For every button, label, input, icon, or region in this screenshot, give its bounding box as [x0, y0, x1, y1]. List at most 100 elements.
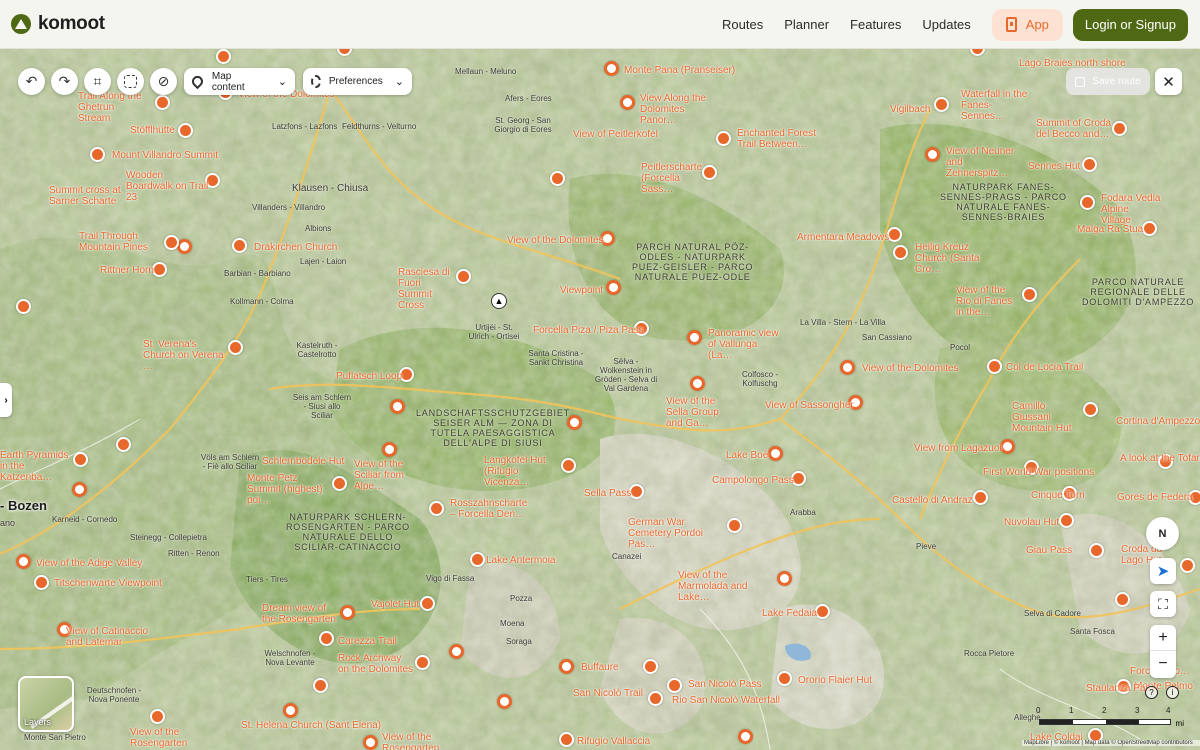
poi-label[interactable]: Rifugio Vallaccia	[577, 736, 650, 747]
poi-pin[interactable]	[216, 49, 231, 64]
poi-label[interactable]: View of Neuner and Zehnerspitz…	[946, 146, 1020, 179]
poi-pin[interactable]	[152, 262, 167, 277]
poi-pin[interactable]	[228, 340, 243, 355]
poi-pin[interactable]	[648, 691, 663, 706]
poi-label[interactable]: Carezza Trail	[338, 636, 397, 647]
summit-icon[interactable]: ▲	[491, 293, 507, 309]
poi-label[interactable]: View of Peitlerkofel	[573, 129, 658, 140]
poi-label[interactable]: Ororio Flaier Hut	[798, 675, 872, 686]
poi-pin[interactable]	[34, 575, 49, 590]
poi-pin-viewpoint[interactable]	[497, 694, 512, 709]
poi-label[interactable]: St. Helena Church (Sant Elena)	[241, 720, 381, 731]
poi-pin[interactable]	[164, 235, 179, 250]
poi-label[interactable]: Earth Pyramids in the Katzenba…	[0, 450, 70, 483]
poi-pin[interactable]	[73, 452, 88, 467]
poi-pin[interactable]	[1080, 195, 1095, 210]
poi-label[interactable]: View of the Sella Group and Ga…	[666, 396, 734, 429]
poi-label[interactable]: Schlernbödele Hut	[262, 456, 344, 467]
poi-pin-viewpoint[interactable]	[363, 735, 378, 750]
map-canvas[interactable]: PARCH NATURAL PÖZ- ODLES - NATURPARK PUE…	[0, 49, 1200, 750]
poi-pin[interactable]	[1059, 513, 1074, 528]
poi-pin-viewpoint[interactable]	[72, 482, 87, 497]
poi-label[interactable]: View of the Rosengarten	[130, 727, 204, 749]
poi-label[interactable]: Trail Along the Ghetrun Stream	[78, 91, 148, 124]
poi-label[interactable]: View of the Marmolada and Lake…	[678, 570, 778, 603]
poi-label[interactable]: View of the Rio di Fanes in the…	[956, 285, 1022, 318]
close-planner-button[interactable]: ✕	[1155, 68, 1182, 95]
poi-label[interactable]: Rosszahnscharte – Forcella Den…	[450, 498, 528, 520]
redo-button[interactable]: ↷	[51, 68, 78, 95]
poi-label[interactable]: Langkofel Hut (Rifugio Vicenza…	[484, 455, 560, 488]
nav-planner[interactable]: Planner	[784, 17, 829, 32]
zoom-out-button[interactable]: −	[1150, 651, 1176, 677]
poi-pin[interactable]	[643, 659, 658, 674]
poi-label[interactable]: Forcella Piza / Piza Pass	[533, 325, 644, 336]
poi-pin[interactable]	[815, 604, 830, 619]
poi-label[interactable]: Stöfflhütte	[130, 125, 175, 136]
expand-sidebar-tab[interactable]: ›	[0, 383, 12, 417]
poi-label[interactable]: Cortina d'Ampezzo	[1116, 416, 1200, 427]
map-attribution[interactable]: MapLibre | © komoot | Map data © OpenStr…	[1022, 740, 1200, 746]
poi-label[interactable]: Heilig Kreuz Church (Santa Cro…	[915, 242, 997, 275]
nav-routes[interactable]: Routes	[722, 17, 763, 32]
poi-pin-viewpoint[interactable]	[559, 659, 574, 674]
poi-pin-viewpoint[interactable]	[340, 605, 355, 620]
poi-pin-viewpoint[interactable]	[382, 442, 397, 457]
poi-label[interactable]: Sella Pass	[584, 488, 631, 499]
poi-pin[interactable]	[987, 359, 1002, 374]
poi-label[interactable]: Fodara Vedla Alpine Village	[1101, 193, 1161, 226]
poi-label[interactable]: Giau Pass	[1026, 545, 1072, 556]
fullscreen-button[interactable]: ⛶	[1150, 591, 1176, 617]
poi-label[interactable]: Rittner Horn	[100, 265, 154, 276]
poi-label[interactable]: Puflatsch Loop	[336, 371, 402, 382]
poi-pin[interactable]	[313, 678, 328, 693]
nav-features[interactable]: Features	[850, 17, 901, 32]
poi-pin-viewpoint[interactable]	[620, 95, 635, 110]
poi-label[interactable]: Lake Antermoia	[486, 555, 556, 566]
login-signup-button[interactable]: Login or Signup	[1072, 8, 1188, 41]
poi-pin[interactable]	[629, 484, 644, 499]
komoot-logo[interactable]: komoot	[11, 13, 105, 35]
poi-pin[interactable]	[727, 518, 742, 533]
poi-pin-viewpoint[interactable]	[16, 554, 31, 569]
nav-updates[interactable]: Updates	[922, 17, 970, 32]
poi-label[interactable]: Summit cross at Sarner Scharte	[49, 185, 121, 207]
poi-label[interactable]: Gores de Federa	[1117, 492, 1193, 503]
poi-label[interactable]: Lake Fedaia	[762, 608, 817, 619]
poi-pin-viewpoint[interactable]	[687, 330, 702, 345]
poi-label[interactable]: View Along the Dolomites Panor…	[640, 93, 712, 126]
poi-label[interactable]: Mount Villandro Summit	[112, 150, 218, 161]
compass-button[interactable]: N	[1146, 517, 1179, 550]
poi-pin-viewpoint[interactable]	[925, 147, 940, 162]
poi-label[interactable]: View of Catinaccio and Latemar	[66, 626, 150, 648]
poi-label[interactable]: Cinque Torri	[1031, 490, 1085, 501]
poi-label[interactable]: View of the Adige Valley	[36, 558, 142, 569]
poi-label[interactable]: Camillo Giussani Mountain Hut	[1012, 401, 1080, 434]
zoom-in-button[interactable]: +	[1150, 625, 1176, 651]
poi-label[interactable]: Vigilbach	[890, 104, 930, 115]
clear-route-button[interactable]: ⊘	[150, 68, 177, 95]
poi-label[interactable]: Enchanted Forest Trail Between…	[737, 128, 817, 150]
poi-pin-viewpoint[interactable]	[738, 729, 753, 744]
poi-label[interactable]: Trail Through Mountain Pines	[79, 231, 161, 253]
help-icon[interactable]: ?	[1145, 686, 1158, 699]
poi-label[interactable]: A look at the Tofane	[1120, 453, 1200, 464]
poi-label[interactable]: Waterfall in the Fanes-Sennes…	[961, 89, 1031, 122]
poi-pin[interactable]	[893, 245, 908, 260]
poi-pin-viewpoint[interactable]	[567, 415, 582, 430]
poi-label[interactable]: Campolongo Pass	[712, 475, 794, 486]
poi-pin[interactable]	[332, 476, 347, 491]
poi-label[interactable]: Malga Ra Stua	[1077, 224, 1143, 235]
poi-pin[interactable]	[550, 171, 565, 186]
layers-button[interactable]: Layers	[18, 676, 74, 732]
poi-pin[interactable]	[429, 501, 444, 516]
save-route-button[interactable]: Save route	[1066, 68, 1150, 95]
poi-pin[interactable]	[1112, 121, 1127, 136]
poi-pin[interactable]	[319, 631, 334, 646]
poi-label[interactable]: Viewpoint	[560, 285, 603, 296]
poi-label[interactable]: Dream view of the Rosengarten	[262, 603, 340, 625]
poi-pin[interactable]	[178, 123, 193, 138]
info-icon[interactable]: i	[1166, 686, 1179, 699]
poi-pin-viewpoint[interactable]	[768, 446, 783, 461]
poi-pin-viewpoint[interactable]	[390, 399, 405, 414]
